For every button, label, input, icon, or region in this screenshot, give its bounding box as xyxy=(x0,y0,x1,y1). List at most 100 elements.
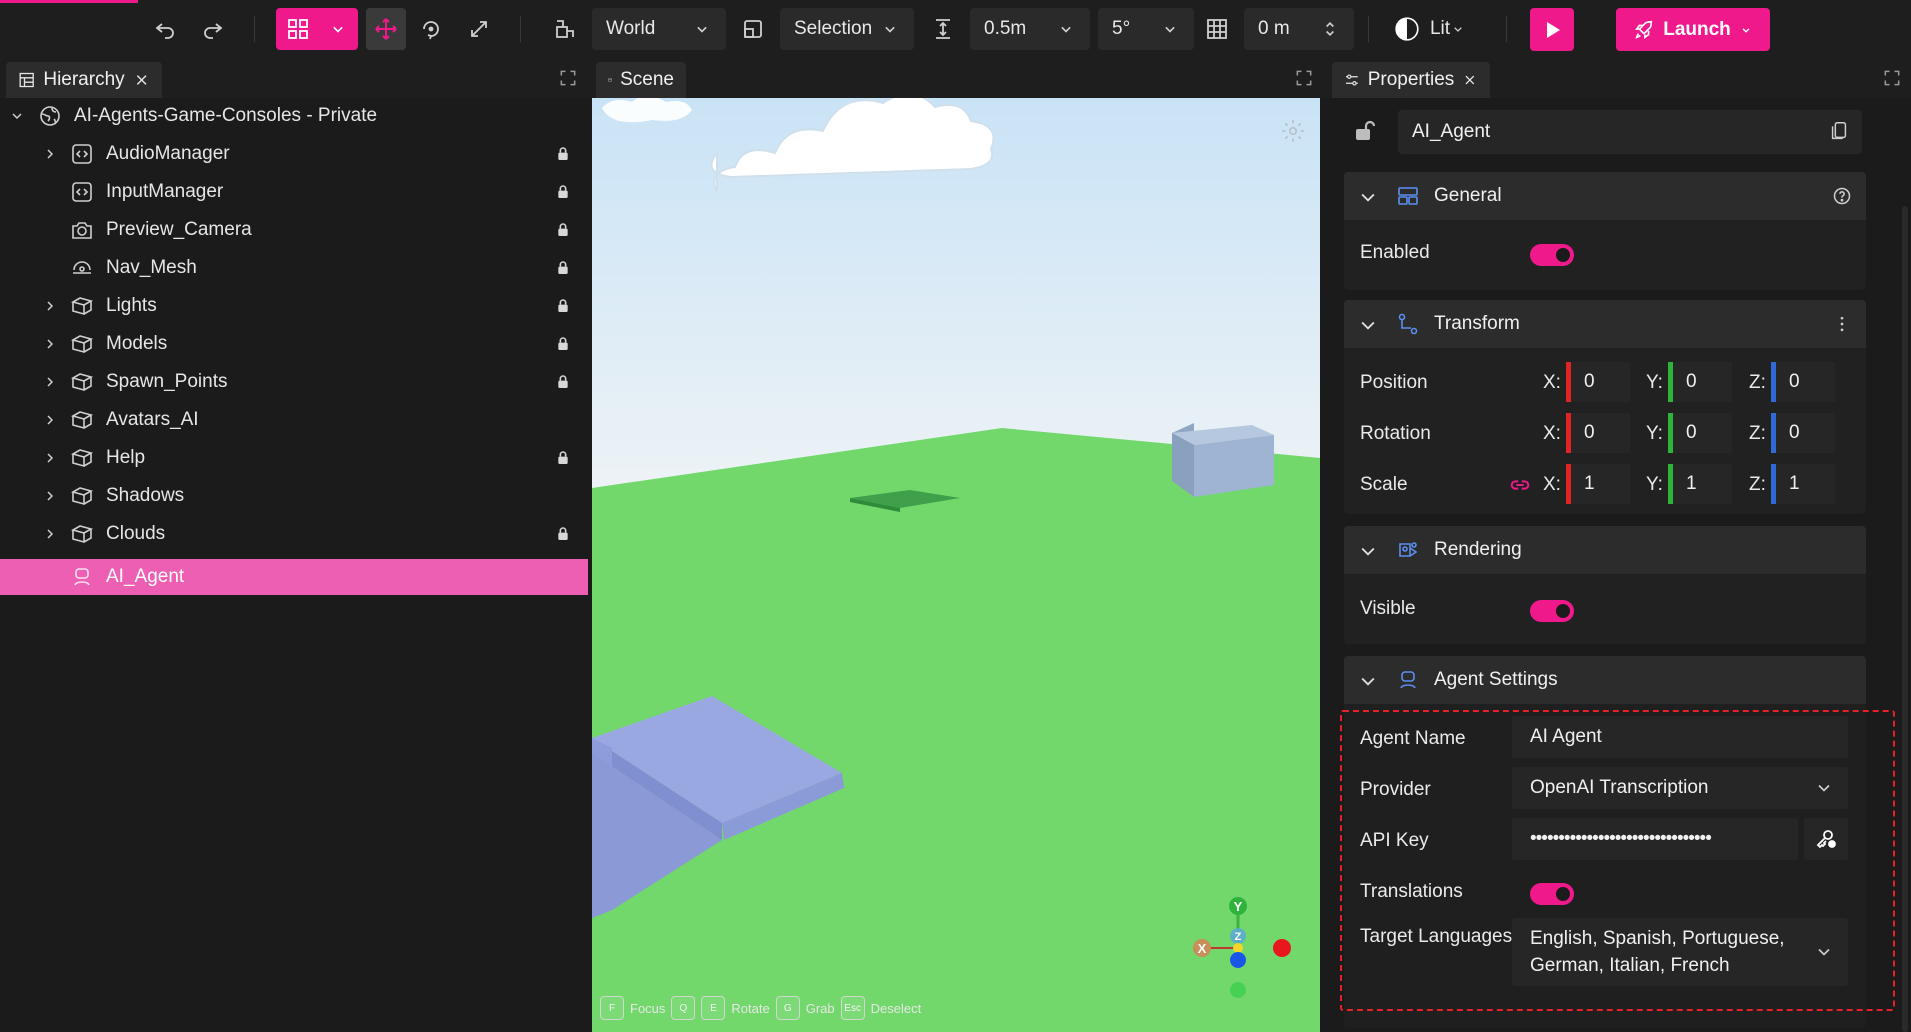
hierarchy-item-preview-camera[interactable]: Preview_Camera xyxy=(0,212,588,248)
gizmo-z-positive xyxy=(1230,952,1246,968)
more-vertical-icon[interactable] xyxy=(1832,314,1852,334)
coordinate-space-icon[interactable] xyxy=(548,12,582,46)
position-y-field[interactable]: 0 xyxy=(1668,362,1732,402)
lock-icon[interactable] xyxy=(555,184,571,200)
lock-icon[interactable] xyxy=(555,146,571,162)
rotation-z-field[interactable]: 0 xyxy=(1771,413,1835,453)
axis-gizmo[interactable]: Y Z X xyxy=(1182,888,1292,998)
object-name-field[interactable]: AI_Agent xyxy=(1398,110,1862,154)
rendering-section-header[interactable]: Rendering xyxy=(1344,526,1866,574)
hierarchy-item-inputmanager[interactable]: InputManager xyxy=(0,174,588,210)
hierarchy-root-row[interactable]: AI-Agents-Game-Consoles - Private xyxy=(0,98,588,134)
shortcut-label: Deselect xyxy=(870,1000,922,1016)
axis-x-label: X: xyxy=(1543,423,1561,444)
position-z-value: 0 xyxy=(1789,371,1800,392)
hierarchy-item-models[interactable]: Models xyxy=(0,326,588,362)
rotate-tool-icon[interactable] xyxy=(414,12,448,46)
tab-hierarchy-label: Hierarchy xyxy=(43,69,125,90)
chevron-right-icon[interactable] xyxy=(42,526,58,542)
close-icon[interactable] xyxy=(133,70,150,90)
unlock-icon[interactable] xyxy=(1352,119,1376,143)
snap-height-icon[interactable] xyxy=(926,12,960,46)
play-icon xyxy=(1547,21,1560,38)
gizmo-z-label: Z xyxy=(1235,931,1242,943)
position-x-field[interactable]: 0 xyxy=(1566,362,1630,402)
lock-icon[interactable] xyxy=(555,336,571,352)
selection-dropdown[interactable]: Selection xyxy=(780,8,914,50)
agent-settings-section-header[interactable]: Agent Settings xyxy=(1344,656,1866,704)
chevron-right-icon[interactable] xyxy=(42,374,58,390)
lock-icon[interactable] xyxy=(555,450,571,466)
chevron-down-icon[interactable] xyxy=(1358,671,1378,691)
chevron-right-icon[interactable] xyxy=(42,146,58,162)
scale-x-field[interactable]: 1 xyxy=(1566,464,1630,504)
grid-icon[interactable] xyxy=(1200,12,1234,46)
visible-label: Visible xyxy=(1360,598,1416,619)
axis-y-label: Y: xyxy=(1646,372,1663,393)
expand-panel-icon[interactable] xyxy=(558,68,578,88)
hierarchy-item-ai-agent[interactable]: AI_Agent xyxy=(0,559,588,595)
hierarchy-item-audiomanager[interactable]: AudioManager xyxy=(0,136,588,172)
sliders-icon xyxy=(1345,74,1358,86)
hierarchy-item-nav-mesh[interactable]: Nav_Mesh xyxy=(0,250,588,286)
scene-viewport[interactable]: Y Z X F Focus Q E Rotate G Grab Esc Dese… xyxy=(592,98,1320,1032)
stepper-arrows-icon[interactable] xyxy=(1320,16,1340,42)
hierarchy-item-clouds[interactable]: Clouds xyxy=(0,516,588,552)
lock-icon[interactable] xyxy=(555,260,571,276)
lighting-dropdown[interactable]: Lit xyxy=(1380,8,1480,50)
space-dropdown[interactable]: World xyxy=(592,8,726,50)
layout-mode-button[interactable] xyxy=(276,8,358,50)
rotation-x-field[interactable]: 0 xyxy=(1566,413,1630,453)
lock-icon[interactable] xyxy=(555,222,571,238)
lock-icon[interactable] xyxy=(555,298,571,314)
tab-hierarchy[interactable]: Hierarchy xyxy=(6,62,162,98)
redo-icon[interactable] xyxy=(196,12,230,46)
close-icon[interactable] xyxy=(1462,70,1478,90)
grid-size-stepper[interactable]: 0 m xyxy=(1244,8,1354,50)
enabled-toggle[interactable] xyxy=(1530,244,1574,266)
chevron-down-icon[interactable] xyxy=(1358,315,1378,335)
copy-icon[interactable] xyxy=(1828,120,1850,142)
rotation-y-field[interactable]: 0 xyxy=(1668,413,1732,453)
tab-properties[interactable]: Properties xyxy=(1332,62,1490,98)
scale-y-field[interactable]: 1 xyxy=(1668,464,1732,504)
hierarchy-item-shadows[interactable]: Shadows xyxy=(0,478,588,514)
visible-toggle[interactable] xyxy=(1530,600,1574,622)
tab-scene[interactable]: Scene xyxy=(596,62,686,98)
chevron-down-icon xyxy=(1165,26,1175,33)
expand-panel-icon[interactable] xyxy=(1882,68,1902,88)
hierarchy-item-avatars-ai[interactable]: Avatars_AI xyxy=(0,402,588,438)
chevron-right-icon[interactable] xyxy=(42,336,58,352)
general-section-header[interactable]: General xyxy=(1344,172,1866,220)
selection-mode-icon[interactable] xyxy=(736,12,770,46)
launch-button[interactable]: Launch xyxy=(1616,8,1770,51)
nav-mesh-icon xyxy=(73,261,91,274)
agent-icon xyxy=(74,568,90,586)
chevron-right-icon[interactable] xyxy=(42,450,58,466)
scale-tool-icon[interactable] xyxy=(462,12,496,46)
chevron-right-icon[interactable] xyxy=(42,412,58,428)
position-z-field[interactable]: 0 xyxy=(1771,362,1835,402)
lock-icon[interactable] xyxy=(555,374,571,390)
chevron-right-icon[interactable] xyxy=(42,298,58,314)
properties-scrollbar[interactable] xyxy=(1902,206,1908,1032)
help-icon[interactable] xyxy=(1832,186,1852,206)
scale-z-field[interactable]: 1 xyxy=(1771,464,1835,504)
chevron-right-icon[interactable] xyxy=(42,488,58,504)
chevron-down-icon[interactable] xyxy=(1358,187,1378,207)
lock-icon[interactable] xyxy=(555,526,571,542)
chevron-down-icon[interactable] xyxy=(1358,541,1378,561)
hierarchy-item-help[interactable]: Help xyxy=(0,440,588,476)
link-icon[interactable] xyxy=(1508,474,1532,496)
undo-icon[interactable] xyxy=(148,12,182,46)
chevron-down-icon[interactable] xyxy=(9,108,25,124)
gear-icon[interactable] xyxy=(1280,118,1306,144)
snap-distance-dropdown[interactable]: 0.5m xyxy=(970,8,1090,50)
hierarchy-item-lights[interactable]: Lights xyxy=(0,288,588,324)
transform-section-header[interactable]: Transform xyxy=(1344,300,1866,348)
expand-panel-icon[interactable] xyxy=(1294,68,1314,88)
move-tool-button[interactable] xyxy=(366,8,406,50)
play-button[interactable] xyxy=(1530,8,1574,51)
hierarchy-item-spawn-points[interactable]: Spawn_Points xyxy=(0,364,588,400)
snap-angle-dropdown[interactable]: 5° xyxy=(1098,8,1194,50)
